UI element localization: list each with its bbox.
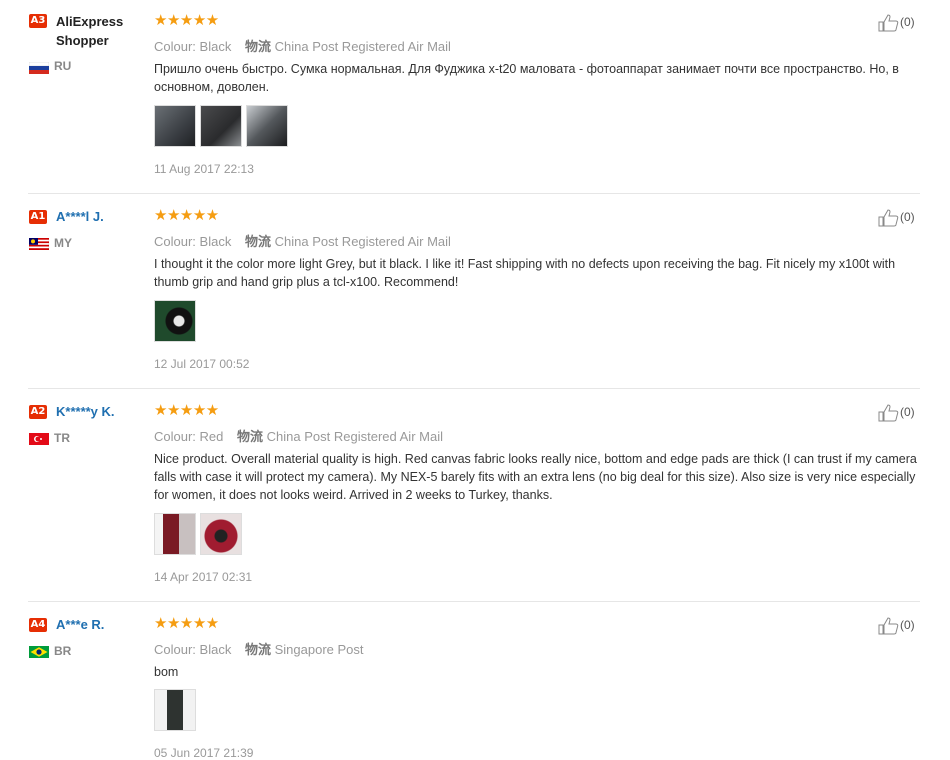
review-divider [28,193,920,194]
helpful-count: (0) [900,405,915,420]
reviewer-country: RU [54,59,72,73]
review-date: 14 Apr 2017 02:31 [154,570,253,584]
review-meta: Colour: Black 物流 China Post Registered A… [154,36,451,55]
country-flag-icon [28,237,50,251]
review-meta: Colour: Black 物流 China Post Registered A… [154,231,451,250]
reviewer-name: K*****y K. [56,404,115,419]
shipping-label: 物流 [244,39,271,54]
review-photo-thumbnail[interactable] [154,300,196,342]
reviewer-name: AliExpress Shopper [56,14,124,48]
review-date: 05 Jun 2017 21:39 [154,746,254,760]
helpful-button[interactable]: (0) [878,404,915,422]
shipping-label: 物流 [244,234,271,249]
helpful-button[interactable]: (0) [878,209,915,227]
shipping-method: China Post Registered Air Mail [266,429,443,444]
review-photos [154,513,246,555]
helpful-count: (0) [900,210,915,225]
review-photos [154,300,200,342]
review-photos [154,689,200,731]
review-divider [28,388,920,389]
review-text: Пришло очень быстро. Сумка нормальная. Д… [154,62,899,94]
shipping-method: China Post Registered Air Mail [274,234,451,249]
colour-label: Colour: [154,642,196,657]
shipping-method: Singapore Post [274,642,364,657]
thumbs-up-icon [878,404,899,422]
flag-tr-icon [29,433,49,445]
review-meta: Colour: Black 物流 Singapore Post [154,639,364,658]
review-text: Nice product. Overall material quality i… [154,452,917,502]
thumbs-up-icon [878,617,899,635]
reviewer-name: A***e R. [56,617,105,632]
review-date: 12 Jul 2017 00:52 [154,357,250,371]
review-photo-thumbnail[interactable] [246,105,288,147]
flag-ru-icon [28,61,50,74]
colour-label: Colour: [154,234,196,249]
review-item: A3 AliExpress Shopper RU ★★★★★ Colour: B… [0,0,950,193]
review-text: I thought it the color more light Grey, … [154,257,896,289]
review-text: bom [154,665,179,679]
helpful-count: (0) [900,15,915,30]
reviewer-name: A****l J. [56,209,104,224]
shipping-label: 物流 [237,429,264,444]
colour-label: Colour: [154,429,196,444]
helpful-button[interactable]: (0) [878,617,915,635]
review-photos [154,105,292,147]
review-meta: Colour: Red 物流 China Post Registered Air… [154,426,443,445]
country-flag-icon [29,645,49,658]
colour-label: Colour: [154,39,196,54]
colour-value: Black [199,642,232,657]
review-photo-thumbnail[interactable] [200,105,242,147]
review-item: A1 A****l J. MY ★★★★★ Colour: Black 物流 C… [0,195,950,388]
reviewer-country: TR [54,431,70,445]
review-divider [28,601,920,602]
thumbs-up-icon [878,209,899,227]
buyer-level-badge: A3 [29,14,47,28]
review-photo-thumbnail[interactable] [154,513,196,555]
buyer-level-badge: A1 [29,210,47,224]
shipping-method: China Post Registered Air Mail [274,39,451,54]
country-flag-icon [29,432,49,445]
colour-value: Black [199,234,232,249]
shipping-label: 物流 [244,642,271,657]
review-photo-thumbnail[interactable] [154,105,196,147]
review-date: 11 Aug 2017 22:13 [154,162,254,176]
colour-value: Black [199,39,232,54]
review-item: A4 A***e R. BR ★★★★★ Colour: Black 物流 Si… [0,603,950,760]
review-item: A2 K*****y K. TR ★★★★★ Colour: Red 物流 Ch… [0,390,950,601]
rating-stars: ★★★★★ [154,206,219,224]
rating-stars: ★★★★★ [154,401,219,419]
buyer-level-badge: A2 [29,405,47,419]
helpful-count: (0) [900,618,915,633]
review-photo-thumbnail[interactable] [154,689,196,731]
review-photo-thumbnail[interactable] [200,513,242,555]
helpful-button[interactable]: (0) [878,14,915,32]
thumbs-up-icon [878,14,899,32]
flag-my-icon [28,237,50,251]
country-flag-icon [28,61,50,74]
rating-stars: ★★★★★ [154,11,219,29]
flag-br-icon [29,646,49,658]
colour-value: Red [199,429,224,444]
reviewer-country: MY [54,236,72,250]
rating-stars: ★★★★★ [154,614,219,632]
buyer-level-badge: A4 [29,618,47,632]
reviewer-country: BR [54,644,72,658]
